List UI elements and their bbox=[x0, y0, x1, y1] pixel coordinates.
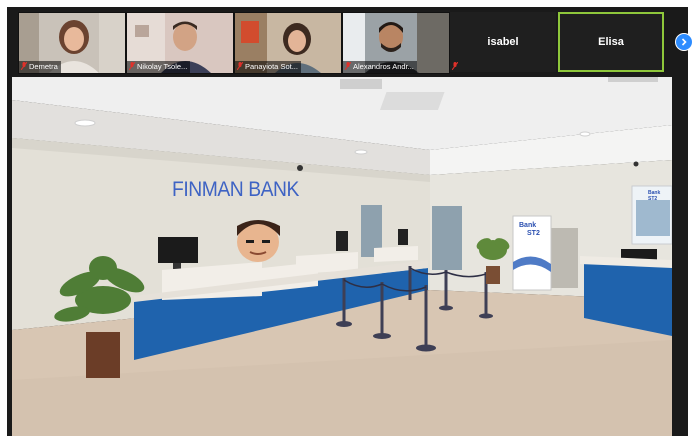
mic-muted-icon bbox=[129, 62, 135, 70]
participant-tile[interactable]: Panayiota Sot... bbox=[234, 12, 342, 74]
participant-name: Nikolay Tsole... bbox=[127, 61, 191, 73]
mic-muted-icon bbox=[237, 62, 243, 70]
next-page-button[interactable] bbox=[675, 33, 693, 51]
participant-name: Elisa bbox=[598, 36, 624, 48]
bank-sign: FINMAN BANK bbox=[172, 178, 299, 201]
poster-brand-line2: ST2 bbox=[648, 196, 658, 202]
participant-tile[interactable]: Nikolay Tsole... bbox=[126, 12, 234, 74]
mic-muted-icon bbox=[345, 62, 351, 70]
participant-name: isabel bbox=[487, 36, 519, 48]
participant-name: Alexandros Andr... bbox=[343, 61, 417, 73]
chevron-right-icon bbox=[681, 38, 687, 46]
participant-tile-active[interactable]: Elisa bbox=[558, 12, 664, 72]
participant-name: Demetra bbox=[19, 61, 61, 73]
participant-tile[interactable]: Alexandros Andr... bbox=[342, 12, 450, 74]
bank-scene-illustration bbox=[12, 77, 672, 436]
participant-tile[interactable]: isabel bbox=[450, 12, 556, 72]
banner-brand-line2: ST2 bbox=[527, 230, 540, 237]
participant-name: Panayiota Sot... bbox=[235, 61, 301, 73]
participant-strip: Demetra Nikolay Tsole... Panayiota Sot..… bbox=[18, 12, 668, 74]
mic-muted-icon bbox=[452, 62, 458, 70]
shared-screen bbox=[12, 77, 672, 436]
mic-muted-icon bbox=[21, 62, 27, 70]
participant-tile[interactable]: Demetra bbox=[18, 12, 126, 74]
banner-brand-line1: Bank bbox=[519, 222, 537, 229]
